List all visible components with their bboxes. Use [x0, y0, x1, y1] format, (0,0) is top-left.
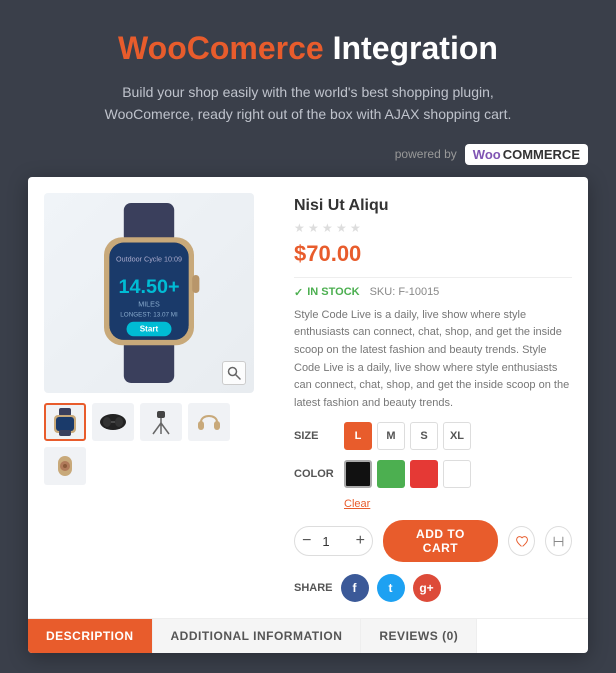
svg-text:Outdoor Cycle 10:09: Outdoor Cycle 10:09 [116, 254, 182, 263]
sku-section: SKU: F-10015 [370, 286, 440, 298]
svg-text:Start: Start [140, 324, 159, 333]
thumbnail-strip [44, 403, 274, 485]
tab-reviews[interactable]: REVIEWS (0) [361, 619, 477, 653]
svg-text:14.50+: 14.50+ [118, 276, 179, 298]
thumbnail-5[interactable] [44, 447, 86, 485]
badge-commerce-text: COMMERCE [503, 147, 580, 162]
page-title: WooComerce Integration [118, 30, 498, 67]
size-row: SIZE L M S XL [294, 422, 572, 450]
product-name: Nisi Ut Aliqu [294, 197, 572, 215]
color-black[interactable] [344, 460, 372, 488]
tab-additional-information[interactable]: ADDITIONAL INFORMATION [153, 619, 362, 653]
qty-minus-button[interactable]: − [295, 527, 319, 555]
size-XL[interactable]: XL [443, 422, 471, 450]
star-2: ★ [308, 221, 320, 233]
product-main-section: Outdoor Cycle 10:09 14.50+ MILES LONGEST… [28, 177, 588, 619]
size-M[interactable]: M [377, 422, 405, 450]
star-3: ★ [322, 221, 334, 233]
product-tabs: DESCRIPTION ADDITIONAL INFORMATION REVIE… [28, 618, 588, 653]
tab-description[interactable]: DESCRIPTION [28, 619, 153, 653]
wishlist-button[interactable] [508, 526, 535, 556]
title-woo: WooComerce [118, 30, 324, 66]
quantity-input[interactable] [319, 534, 349, 549]
star-4: ★ [336, 221, 348, 233]
thumbnail-4[interactable] [188, 403, 230, 441]
color-white[interactable] [443, 460, 471, 488]
clear-color-link[interactable]: Clear [344, 498, 572, 510]
size-S[interactable]: S [410, 422, 438, 450]
svg-text:MILES: MILES [138, 299, 160, 308]
facebook-share-button[interactable]: f [341, 574, 369, 602]
star-1: ★ [294, 221, 306, 233]
product-description: Style Code Live is a daily, live show wh… [294, 307, 572, 413]
compare-button[interactable] [545, 526, 572, 556]
stock-sku-row: ✓ IN STOCK SKU: F-10015 [294, 286, 572, 299]
googleplus-share-button[interactable]: g+ [413, 574, 441, 602]
twitter-share-button[interactable]: t [377, 574, 405, 602]
size-options: L M S XL [344, 422, 471, 450]
size-L[interactable]: L [344, 422, 372, 450]
color-options [344, 460, 471, 488]
star-5: ★ [350, 221, 362, 233]
product-details: Nisi Ut Aliqu ★ ★ ★ ★ ★ $70.00 ✓ IN STOC… [294, 193, 572, 603]
stock-status: ✓ IN STOCK [294, 286, 360, 299]
title-rest: Integration [333, 30, 498, 66]
product-price: $70.00 [294, 241, 572, 267]
share-row: SHARE f t g+ [294, 574, 572, 602]
thumbnail-3[interactable] [140, 403, 182, 441]
size-label: SIZE [294, 430, 332, 442]
check-icon: ✓ [294, 286, 303, 299]
qty-plus-button[interactable]: + [349, 527, 373, 555]
svg-text:LONGEST: 13.07 MI: LONGEST: 13.07 MI [120, 311, 178, 318]
color-red[interactable] [410, 460, 438, 488]
qty-cart-row: − + Add To Cart [294, 520, 572, 562]
badge-woo-text: Woo [473, 147, 501, 162]
divider-1 [294, 277, 572, 278]
thumbnail-2[interactable] [92, 403, 134, 441]
color-row: COLOR [294, 460, 572, 488]
powered-by-section: powered by WooCOMMERCE [28, 144, 588, 165]
sku-label: SKU: [370, 286, 396, 298]
star-rating: ★ ★ ★ ★ ★ [294, 221, 572, 233]
woo-commerce-badge: WooCOMMERCE [465, 144, 588, 165]
page-subtitle: Build your shop easily with the world's … [98, 81, 518, 126]
share-label: SHARE [294, 582, 333, 594]
sku-value: F-10015 [398, 286, 439, 298]
quantity-control: − + [294, 526, 373, 556]
main-product-image: Outdoor Cycle 10:09 14.50+ MILES LONGEST… [44, 193, 254, 393]
color-label: COLOR [294, 468, 332, 480]
product-image-section: Outdoor Cycle 10:09 14.50+ MILES LONGEST… [44, 193, 274, 603]
color-green[interactable] [377, 460, 405, 488]
zoom-icon[interactable] [222, 361, 246, 385]
product-card: Outdoor Cycle 10:09 14.50+ MILES LONGEST… [28, 177, 588, 654]
watch-svg: Outdoor Cycle 10:09 14.50+ MILES LONGEST… [69, 203, 229, 383]
thumbnail-1[interactable] [44, 403, 86, 441]
powered-by-label: powered by [395, 147, 457, 161]
add-to-cart-button[interactable]: Add To Cart [383, 520, 498, 562]
stock-text: IN STOCK [307, 286, 359, 298]
